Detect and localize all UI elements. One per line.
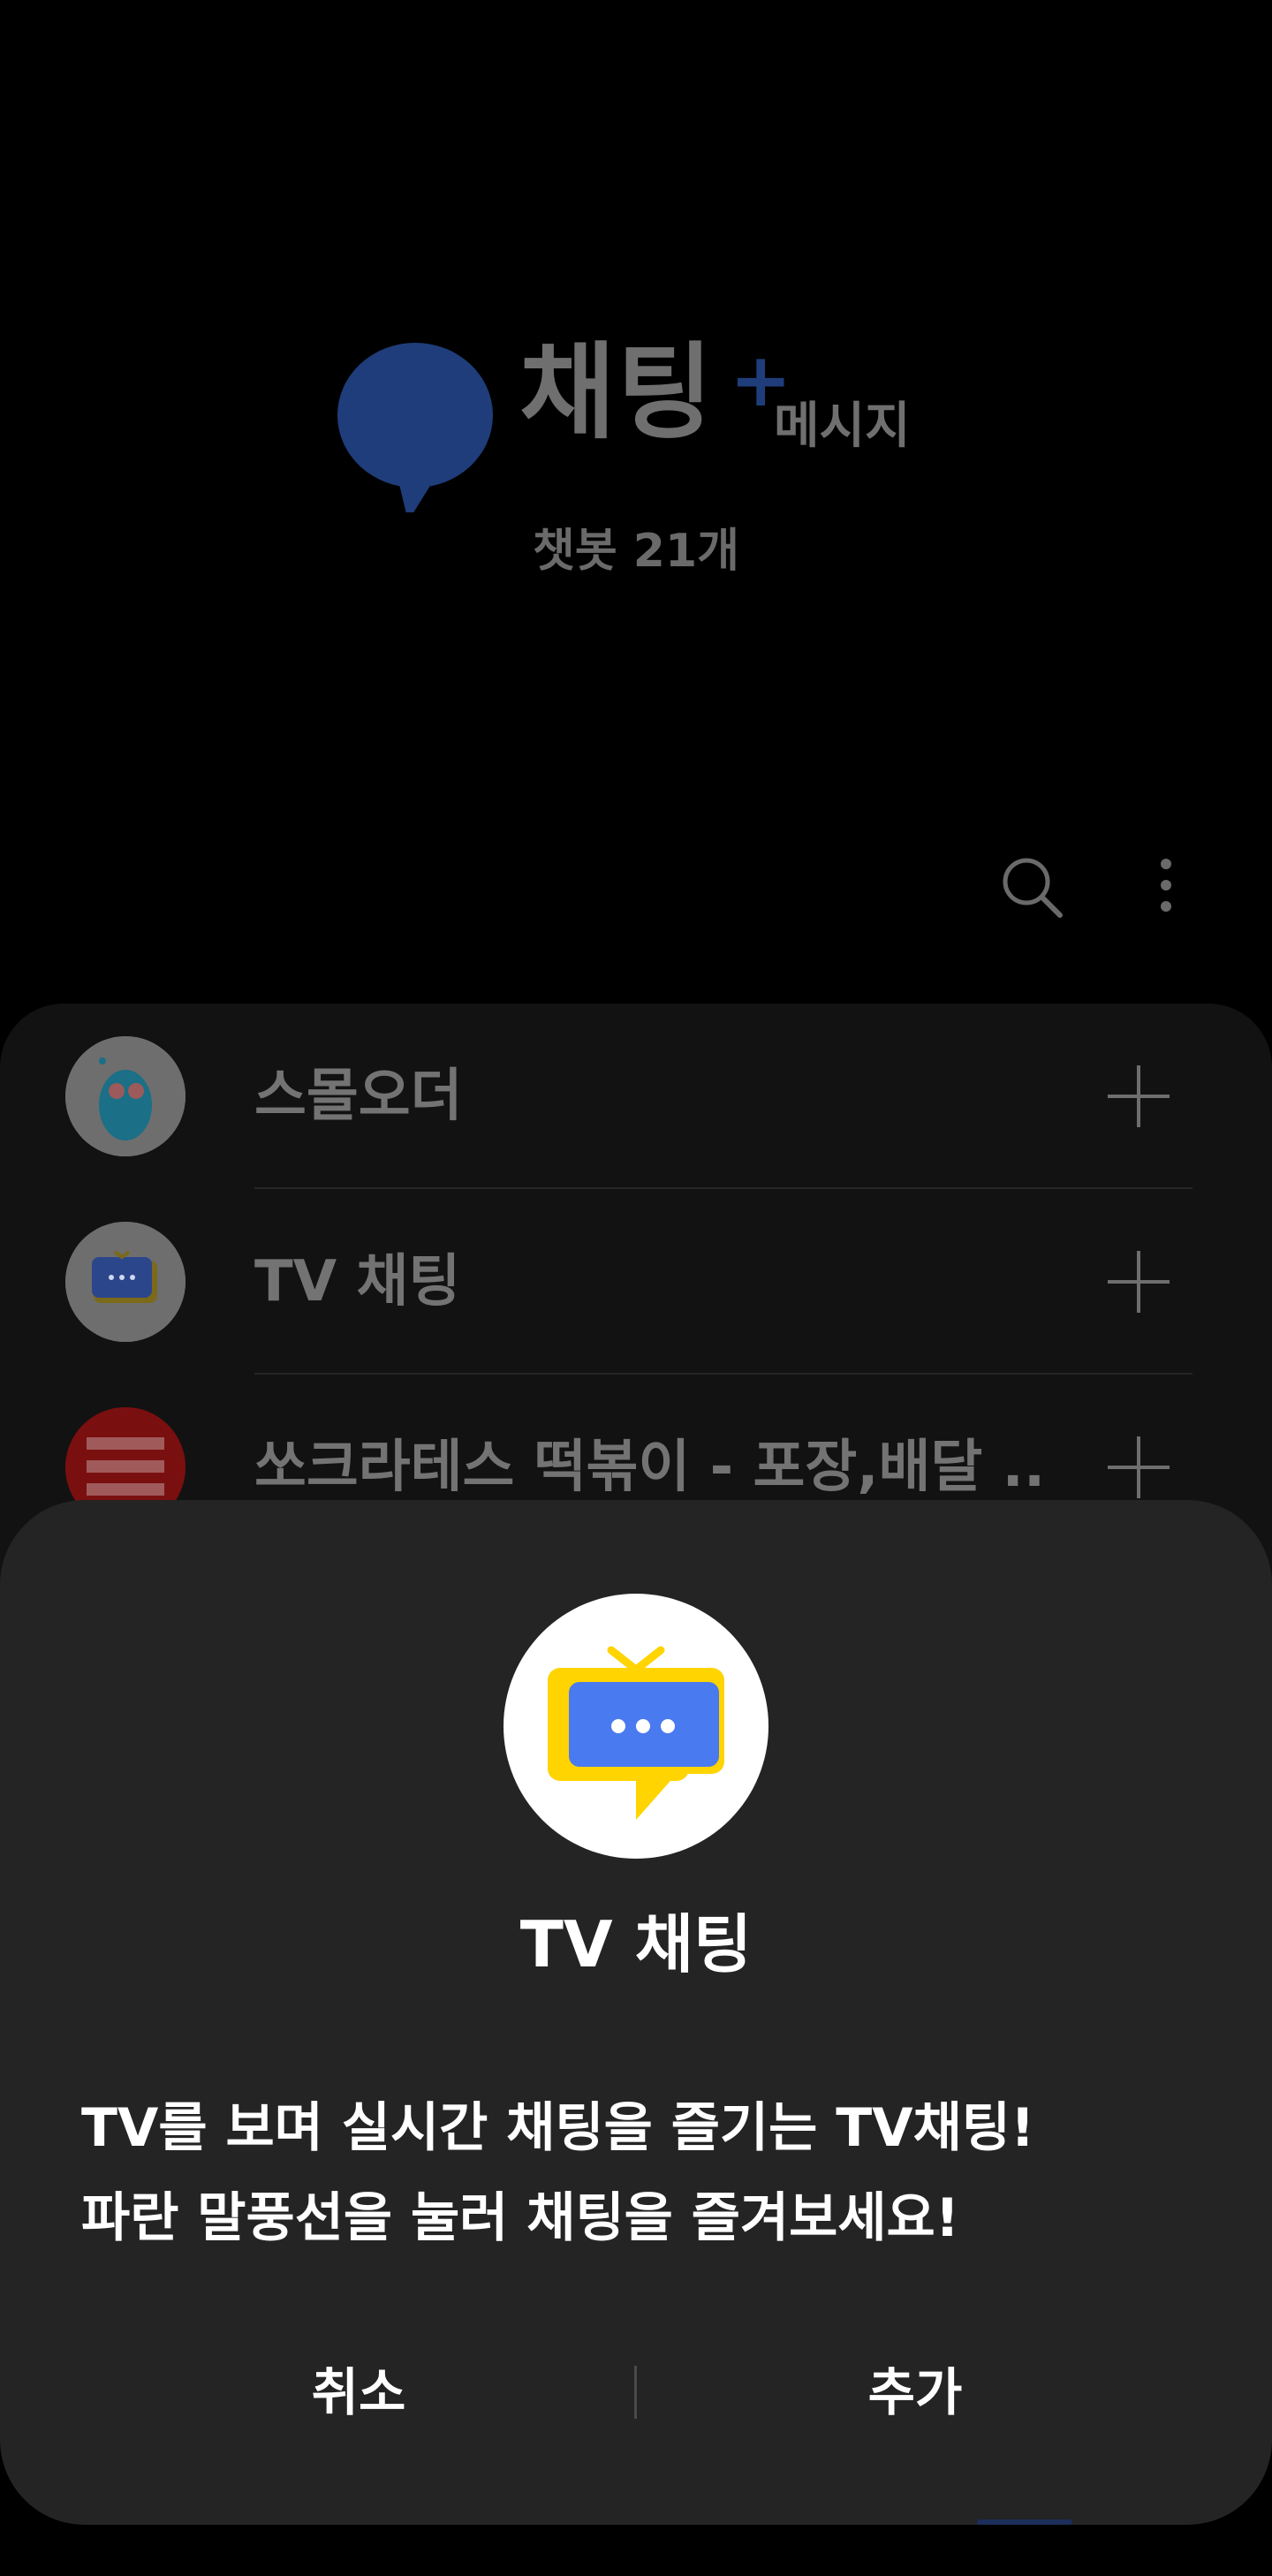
plus-icon[interactable] [1106, 1249, 1171, 1318]
chatbot-count: 챗봇 21개 [533, 525, 739, 578]
plus-icon[interactable] [1106, 1435, 1171, 1504]
dialog-description-line: 파란 말풍선을 눌러 채팅을 즐겨보세요! [81, 2187, 960, 2249]
list-item[interactable]: TV 채팅 [0, 1189, 1272, 1375]
more-vertical-icon[interactable] [1159, 857, 1173, 917]
list-item-label: 스몰오더 [254, 1064, 463, 1129]
search-icon[interactable] [1000, 855, 1064, 922]
add-chatbot-dialog: TV 채팅 TV를 보며 실시간 채팅을 즐기는 TV채팅! 파란 말풍선을 눌… [0, 1500, 1272, 2525]
navigation-handle [977, 2519, 1072, 2525]
dialog-description-line: TV를 보며 실시간 채팅을 즐기는 TV채팅! [81, 2097, 1035, 2159]
add-button[interactable]: 추가 [632, 2330, 1198, 2454]
tv-chat-icon [504, 1594, 768, 1859]
dialog-description: TV를 보며 실시간 채팅을 즐기는 TV채팅! 파란 말풍선을 눌러 채팅을 … [81, 2083, 1194, 2263]
list-item[interactable]: 스몰오더 [0, 1004, 1272, 1189]
list-item-label: TV 채팅 [254, 1249, 461, 1315]
brand-bubble-icon [336, 336, 495, 521]
avatar-tv-chat [65, 1222, 186, 1342]
brand-subtitle: 메시지 [774, 398, 911, 455]
dialog-actions: 취소 추가 [0, 2330, 1272, 2454]
plus-icon[interactable] [1106, 1064, 1171, 1133]
dialog-title: TV 채팅 [519, 1907, 753, 1981]
brand-title: 채팅 [519, 331, 716, 453]
cancel-button[interactable]: 취소 [76, 2330, 641, 2454]
avatar-smallorder [65, 1036, 186, 1156]
